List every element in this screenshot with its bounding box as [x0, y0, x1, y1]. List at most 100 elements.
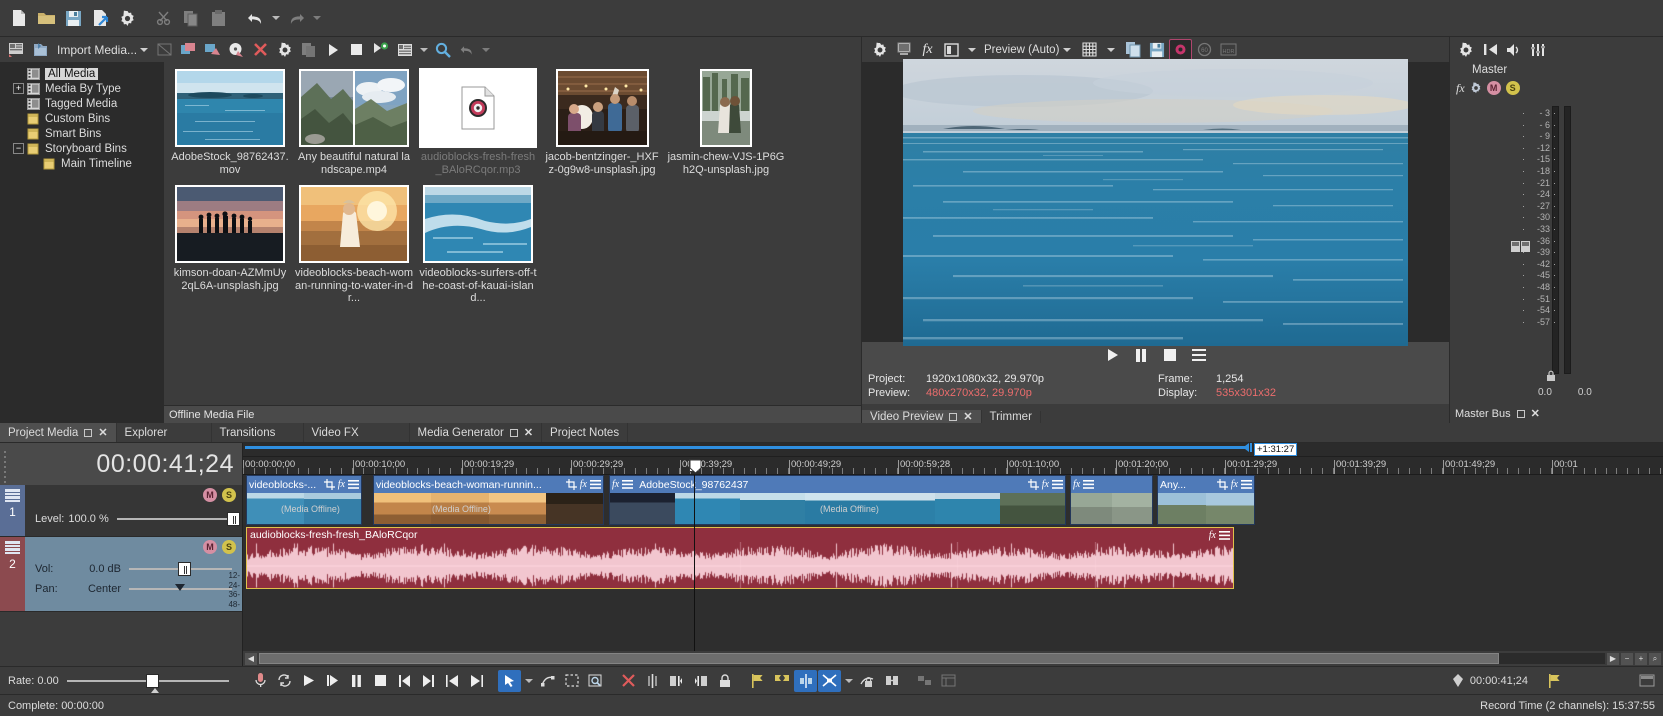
- preview-video-area[interactable]: [862, 62, 1449, 342]
- lock-faders-icon[interactable]: [1546, 370, 1556, 382]
- media-properties-gear-icon[interactable]: [273, 39, 296, 61]
- gear-icon[interactable]: [1470, 82, 1482, 94]
- media-item[interactable]: videoblocks-beach-woman-running-to-water…: [294, 184, 414, 305]
- media-thumbnail[interactable]: [295, 184, 413, 264]
- timeline-clip[interactable]: Any... fx: [1157, 475, 1255, 525]
- float-window-icon[interactable]: [949, 413, 957, 421]
- expander-minus-icon[interactable]: −: [13, 143, 24, 154]
- project-media-view-icon[interactable]: [5, 39, 28, 61]
- refresh-dropdown-arrow-icon[interactable]: [479, 37, 492, 63]
- timeline-canvas[interactable]: +1:31:27 00:00:00;00 00:00:10;00 00:00:1…: [243, 443, 1663, 666]
- play-from-start-icon[interactable]: [321, 670, 344, 692]
- media-thumbnail[interactable]: [543, 68, 661, 148]
- audio-clip-header-icons[interactable]: fx: [1209, 530, 1230, 541]
- loop-region-end-icon[interactable]: [1243, 443, 1252, 454]
- media-thumbnail[interactable]: [667, 68, 785, 148]
- timeline-cursor-timecode[interactable]: 00:00:41;24: [0, 443, 242, 485]
- timeline-audio-clip[interactable]: audioblocks-fresh-fresh_BAloRCqor fx: [246, 527, 1234, 589]
- open-project-icon[interactable]: [33, 5, 59, 31]
- master-bus-tab[interactable]: Master Bus ✕: [1450, 404, 1663, 423]
- media-thumbnail[interactable]: [419, 184, 537, 264]
- enable-snapping-icon[interactable]: [794, 670, 817, 692]
- pause-icon[interactable]: [1132, 346, 1150, 364]
- track-header-audio-2[interactable]: 2 M S Vol: 0.0 dB: [0, 537, 242, 612]
- float-window-icon[interactable]: [510, 429, 518, 437]
- envelope-edit-tool-icon[interactable]: [536, 670, 559, 692]
- track-menu-icon[interactable]: [5, 489, 20, 502]
- lock-envelopes-icon[interactable]: [856, 670, 879, 692]
- remove-from-project-icon[interactable]: [249, 39, 272, 61]
- timeline-ruler[interactable]: 00:00:00;00 00:00:10;00 00:00:19;29 00:0…: [243, 457, 1663, 475]
- clip-header-icons[interactable]: fx: [1217, 479, 1252, 490]
- reset-peaks-icon[interactable]: [1479, 39, 1501, 60]
- tree-item-main-timeline[interactable]: Main Timeline: [0, 156, 164, 171]
- timeline-clip[interactable]: videoblocks-beach-woman-runnin... fx: [373, 475, 604, 525]
- preview-quality-label[interactable]: Preview (Auto): [981, 44, 1062, 56]
- import-media-icon[interactable]: [29, 39, 52, 61]
- go-to-start-icon[interactable]: [393, 670, 416, 692]
- undo-dropdown-arrow-icon[interactable]: [269, 5, 282, 31]
- render-as-icon[interactable]: [87, 5, 113, 31]
- media-item[interactable]: AdobeStock_98762437.mov: [170, 68, 290, 176]
- import-media-button[interactable]: Import Media...: [53, 39, 152, 61]
- overlays-grid-icon[interactable]: [1078, 39, 1101, 61]
- chevron-down-icon[interactable]: [968, 48, 976, 52]
- tab-media-generator[interactable]: Media Generator ✕: [410, 423, 543, 442]
- audio-options-gear-icon[interactable]: [1455, 39, 1477, 60]
- normal-edit-tool-icon[interactable]: [498, 670, 521, 692]
- tab-video-preview[interactable]: Video Preview ✕: [862, 410, 982, 423]
- go-to-end-icon[interactable]: [417, 670, 440, 692]
- clip-header-icons-left[interactable]: fx: [1073, 479, 1094, 490]
- solo-icon[interactable]: S: [222, 540, 236, 554]
- next-frame-icon[interactable]: [465, 670, 488, 692]
- media-item[interactable]: Any beautiful natural landscape.mp4: [294, 68, 414, 176]
- insert-region-icon[interactable]: [770, 670, 793, 692]
- mute-icon[interactable]: M: [203, 540, 217, 554]
- media-thumbnail-audio[interactable]: [419, 68, 537, 148]
- solo-icon[interactable]: S: [1506, 81, 1520, 95]
- stop-preview-icon[interactable]: [345, 39, 368, 61]
- media-item[interactable]: videoblocks-surfers-off-the-coast-of-kau…: [418, 184, 538, 305]
- scroll-track[interactable]: [259, 653, 1605, 664]
- insert-marker-icon[interactable]: [746, 670, 769, 692]
- start-preview-icon[interactable]: [321, 39, 344, 61]
- scroll-left-icon[interactable]: ◀: [245, 653, 257, 665]
- media-thumbnail[interactable]: [171, 68, 289, 148]
- trim-left-icon[interactable]: [665, 670, 688, 692]
- timeline-clip[interactable]: videoblocks-... fx: [246, 475, 362, 525]
- mute-all-speaker-icon[interactable]: [1503, 39, 1525, 60]
- timeline-cursor-handle[interactable]: [689, 459, 700, 472]
- media-item-offline[interactable]: audioblocks-fresh-fresh_BAloRCqor.mp3: [418, 68, 538, 176]
- close-icon[interactable]: ✕: [524, 426, 533, 439]
- level-slider[interactable]: [117, 512, 232, 526]
- tab-project-media[interactable]: Project Media ✕: [0, 423, 117, 442]
- undo-icon[interactable]: [242, 5, 268, 31]
- volume-slider[interactable]: [129, 562, 232, 576]
- capture-video-icon[interactable]: [177, 39, 200, 61]
- solo-icon[interactable]: S: [222, 488, 236, 502]
- fx-icon[interactable]: fx: [1456, 81, 1465, 96]
- save-snapshot-to-file-icon[interactable]: [1145, 39, 1168, 61]
- close-icon[interactable]: ✕: [963, 410, 972, 423]
- chevron-down-icon[interactable]: [140, 48, 148, 52]
- float-window-icon[interactable]: [84, 429, 92, 437]
- selection-edit-tool-icon[interactable]: [560, 670, 583, 692]
- video-fx-icon[interactable]: fx: [916, 39, 939, 61]
- save-project-icon[interactable]: [60, 5, 86, 31]
- split-icon[interactable]: [641, 670, 664, 692]
- delete-icon[interactable]: [617, 670, 640, 692]
- tab-project-notes[interactable]: Project Notes: [542, 423, 628, 442]
- close-icon[interactable]: ✕: [1531, 407, 1540, 420]
- tree-item-smart-bins[interactable]: Smart Bins: [0, 126, 164, 141]
- views-dropdown-arrow-icon[interactable]: [417, 37, 430, 63]
- media-thumbnail[interactable]: [171, 184, 289, 264]
- scroll-thumb[interactable]: [259, 653, 1499, 664]
- play-icon[interactable]: [297, 670, 320, 692]
- timeline-tracks[interactable]: videoblocks-... fx: [243, 475, 1663, 651]
- media-item[interactable]: kimson-doan-AZMmUy2qL6A-unsplash.jpg: [170, 184, 290, 305]
- timeline-clip[interactable]: fx: [1070, 475, 1153, 525]
- clip-header-icons[interactable]: fx: [324, 479, 359, 490]
- tab-video-fx[interactable]: Video FX: [304, 423, 410, 442]
- clip-header-icons-left[interactable]: fx: [612, 479, 633, 490]
- tree-item-tagged-media[interactable]: Tagged Media: [0, 96, 164, 111]
